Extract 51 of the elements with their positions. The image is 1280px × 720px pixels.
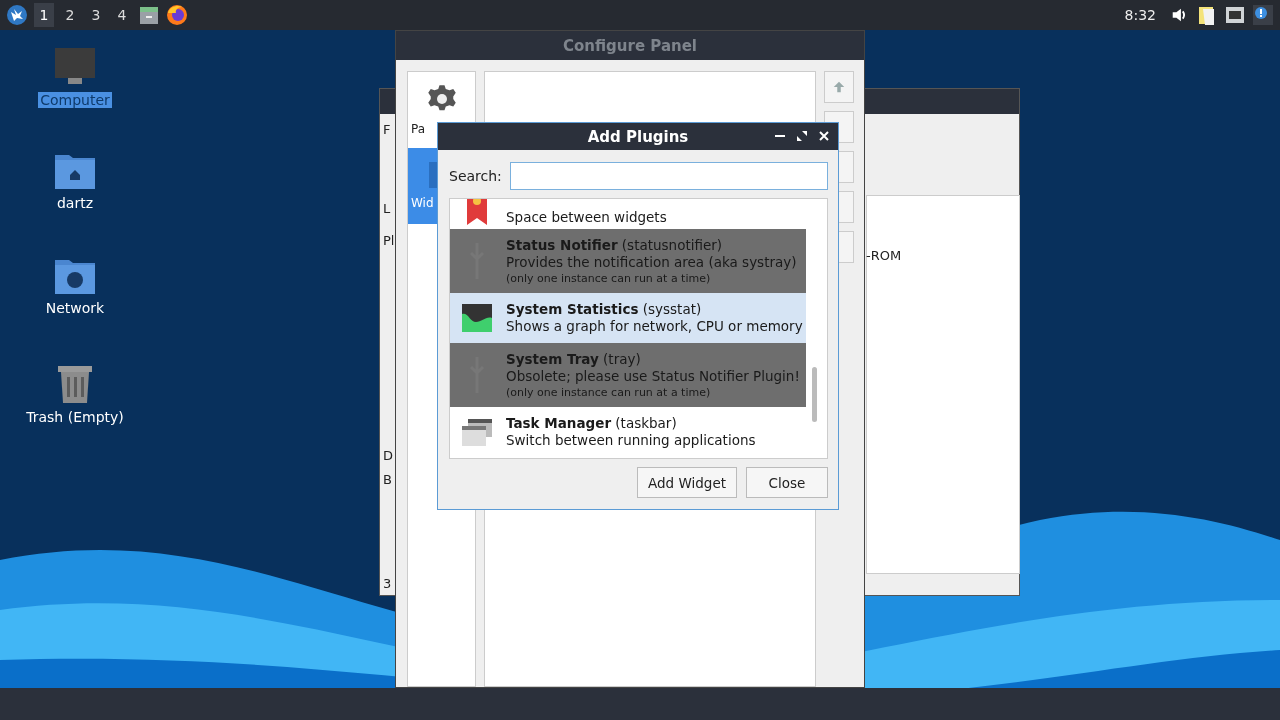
- desktop-icon-label[interactable]: Computer: [38, 92, 112, 108]
- search-field[interactable]: [509, 162, 828, 190]
- workspace-button[interactable]: 3: [86, 3, 106, 27]
- clock[interactable]: 8:32: [1124, 7, 1156, 23]
- close-icon[interactable]: [818, 130, 830, 142]
- plugin-description: Shows a graph for network, CPU or memory: [506, 318, 803, 335]
- label-fragment: Pl: [383, 233, 395, 248]
- desktop-icon-label[interactable]: dartz: [54, 195, 96, 211]
- plugin-note: (only one instance can run at a time): [506, 270, 712, 286]
- file-cabinet-icon[interactable]: [138, 4, 160, 26]
- arrow-up-icon: [832, 80, 846, 94]
- plugin-row[interactable]: Task Manager (taskbar) Switch between running applications: [450, 407, 806, 457]
- plugin-description: Provides the notification area (aka systray): [506, 253, 797, 271]
- plugin-description: Switch between running applications: [506, 432, 756, 449]
- bird-logo-icon[interactable]: [6, 4, 28, 26]
- workspace-button[interactable]: 4: [112, 3, 132, 27]
- plugin-row[interactable]: System Statistics (sysstat) Shows a graph for network, CPU or memory: [450, 293, 806, 343]
- windows-icon: [462, 417, 492, 447]
- plugin-description: Space between widgets: [506, 209, 667, 226]
- add-widget-button[interactable]: Add Widget: [637, 467, 737, 498]
- search-label: Search:: [449, 168, 502, 184]
- home-folder-icon[interactable]: [55, 153, 95, 189]
- window-title: Configure Panel: [563, 36, 697, 55]
- monitor-icon[interactable]: [55, 48, 95, 86]
- label-fragment: D: [383, 448, 393, 463]
- trash-icon[interactable]: [55, 363, 95, 403]
- network-folder-icon[interactable]: [55, 258, 95, 294]
- workspace-button[interactable]: 2: [60, 3, 80, 27]
- close-button[interactable]: Close: [746, 467, 828, 498]
- plugin-name: Status Notifier (statusnotifier): [506, 236, 724, 254]
- maximize-icon[interactable]: [796, 130, 808, 142]
- label-fragment: 3: [383, 576, 392, 591]
- plugin-row[interactable]: Space between widgets: [450, 199, 806, 229]
- graph-icon: [462, 304, 492, 332]
- plugin-name: System Tray (tray): [506, 350, 642, 368]
- browser-icon[interactable]: [166, 4, 188, 26]
- plugin-note: (only one instance can run at a time): [506, 384, 712, 400]
- workspace-button[interactable]: 1: [34, 3, 54, 27]
- network-port-icon[interactable]: [1224, 4, 1246, 26]
- plugin-description: Obsolete; please use Status Notifier Plugin!: [506, 367, 800, 385]
- label-fragment: L: [383, 201, 391, 216]
- label-fragment: F: [383, 122, 391, 137]
- plugin-name: System Statistics (sysstat): [506, 301, 703, 318]
- dialog-title: Add Plugins: [587, 127, 689, 146]
- desktop-icon-label[interactable]: Trash (Empty): [24, 409, 126, 425]
- notification-icon[interactable]: [1252, 4, 1274, 26]
- desktop-icon-label[interactable]: Network: [43, 300, 107, 316]
- label-fragment: -ROM: [866, 248, 902, 263]
- scrollbar-thumb[interactable]: [812, 367, 817, 422]
- label-fragment: B: [383, 472, 392, 487]
- plugin-name: Task Manager (taskbar): [506, 415, 678, 432]
